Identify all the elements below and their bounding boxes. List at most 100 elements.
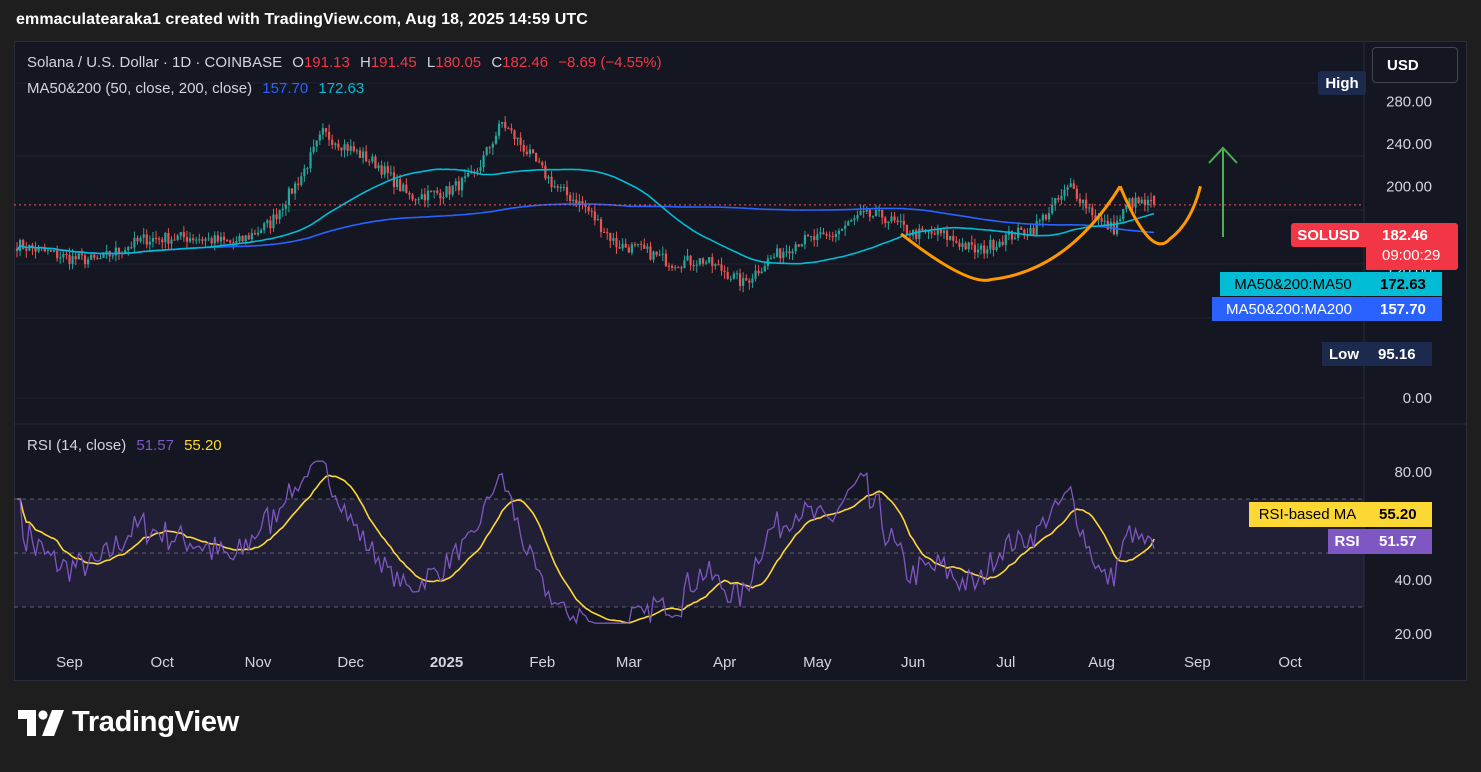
candle-body xyxy=(83,255,87,265)
candle-body xyxy=(686,255,689,261)
candle-body xyxy=(559,187,562,189)
time-tick-label: Feb xyxy=(529,654,555,671)
candle-body xyxy=(633,244,637,246)
high-label: H xyxy=(360,54,371,71)
price-chart[interactable]: 280.00240.00200.00120.000.00 80.0040.002… xyxy=(14,41,1467,681)
candle-body xyxy=(309,152,312,169)
candle-body xyxy=(649,246,652,260)
candle-body xyxy=(692,265,695,267)
rsi-legend-value: 51.57 xyxy=(136,437,174,454)
candle-body xyxy=(868,209,871,217)
candle-body xyxy=(482,155,485,168)
candle-body xyxy=(445,186,448,197)
rsi-ma-tag: RSI-based MA xyxy=(1249,502,1366,527)
candle-body xyxy=(859,211,862,216)
candle-body xyxy=(865,209,868,212)
candle-body xyxy=(936,229,939,235)
candle-body xyxy=(711,257,714,266)
candle-body xyxy=(185,237,189,242)
candle-body xyxy=(80,253,83,256)
currency-button[interactable]: USD xyxy=(1372,47,1458,83)
candle-body xyxy=(222,236,226,241)
rsi-tag-value: 51.57 xyxy=(1366,529,1432,554)
candle-body xyxy=(1088,207,1091,209)
candle-body xyxy=(998,241,1001,247)
candle-body xyxy=(1131,198,1134,208)
candle-body xyxy=(238,236,241,242)
candle-body xyxy=(785,251,788,253)
candle-body xyxy=(840,228,844,231)
candle-body xyxy=(893,216,896,221)
rsi-tag: RSI xyxy=(1328,529,1366,554)
candle-body xyxy=(683,260,686,269)
candle-body xyxy=(488,147,491,149)
change-value: −8.69 (−4.55%) xyxy=(558,54,662,71)
candle-body xyxy=(358,150,362,158)
ma-legend: MA50&200 (50, close, 200, close) 157.70 … xyxy=(27,80,370,97)
candle-body xyxy=(1078,198,1082,204)
candle-body xyxy=(56,250,59,259)
candle-body xyxy=(871,216,875,218)
candle-body xyxy=(890,216,893,222)
candle-body xyxy=(494,135,498,144)
candle-body xyxy=(714,264,717,266)
candle-body xyxy=(615,237,618,248)
candle-body xyxy=(1143,199,1146,206)
price-tick-label: 200.00 xyxy=(1386,178,1432,195)
candle-body xyxy=(565,186,569,195)
candle-body xyxy=(1020,227,1023,230)
candle-body xyxy=(1072,183,1075,189)
candle-body xyxy=(148,241,151,245)
price-tick-label: 0.00 xyxy=(1403,390,1432,407)
tradingview-logo[interactable]: TradingView xyxy=(18,706,239,739)
candle-body xyxy=(590,211,593,213)
candle-body xyxy=(630,244,634,253)
candle-body xyxy=(652,251,655,260)
candle-body xyxy=(1001,241,1004,245)
candle-body xyxy=(417,199,420,201)
candle-body xyxy=(837,230,841,235)
candle-body xyxy=(769,257,773,259)
candle-body xyxy=(167,233,170,244)
candle-body xyxy=(729,278,732,280)
candle-body xyxy=(655,251,658,255)
open-label: O xyxy=(292,54,304,71)
candle-body xyxy=(772,256,776,258)
candle-body xyxy=(49,250,53,252)
low-tag-value: 95.16 xyxy=(1366,342,1432,366)
time-tick-label: Jun xyxy=(901,654,925,671)
candle-body xyxy=(698,258,701,265)
candle-body xyxy=(813,236,816,241)
candle-body xyxy=(723,270,726,273)
candle-body xyxy=(850,220,853,222)
rsi-tick-label: 80.00 xyxy=(1394,464,1432,481)
candle-body xyxy=(618,247,621,249)
candle-body xyxy=(538,161,541,163)
logo-text: TradingView xyxy=(72,706,239,738)
candle-body xyxy=(476,170,479,173)
candle-body xyxy=(544,165,547,179)
candle-body xyxy=(405,184,408,193)
candle-body xyxy=(1085,199,1088,209)
candle-body xyxy=(791,251,794,254)
candle-body xyxy=(636,243,640,245)
candle-body xyxy=(961,243,964,247)
candle-body xyxy=(374,156,377,169)
candle-body xyxy=(828,235,831,237)
low-label: L xyxy=(426,54,436,71)
ma200-value: 172.63 xyxy=(318,80,365,97)
candle-body xyxy=(603,231,606,233)
candle-body xyxy=(553,186,556,188)
candle-body xyxy=(411,194,414,200)
candle-body xyxy=(825,234,828,236)
time-tick-label: May xyxy=(803,654,832,671)
candle-body xyxy=(989,239,992,250)
candle-body xyxy=(915,230,918,239)
candle-body xyxy=(448,186,451,195)
candle-body xyxy=(942,230,946,234)
candle-body xyxy=(751,278,754,283)
candle-body xyxy=(958,242,961,247)
time-tick-label: Dec xyxy=(337,654,364,671)
candle-body xyxy=(263,223,266,231)
symbol-tag: SOLUSD xyxy=(1291,223,1366,247)
